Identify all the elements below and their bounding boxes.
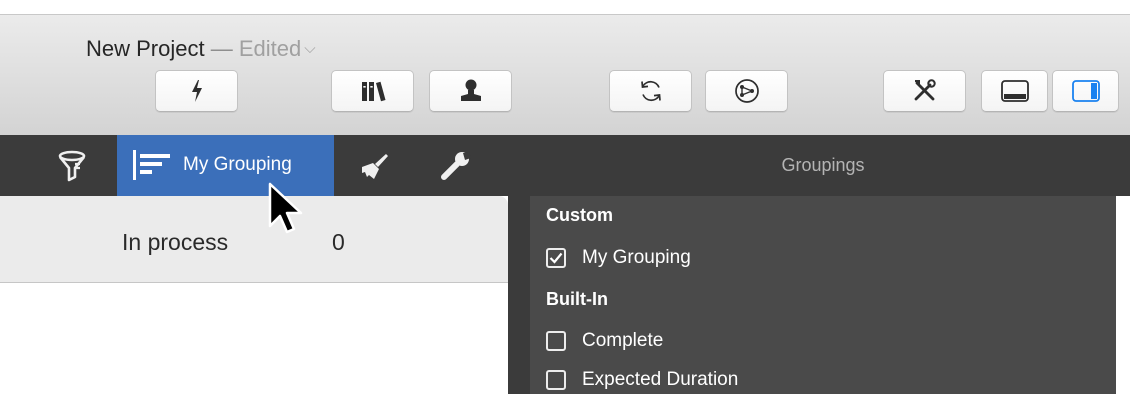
section-built-in: Built-In: [546, 289, 608, 309]
person-icon: [460, 79, 481, 101]
window-title[interactable]: New Project — Edited ⌵: [86, 36, 316, 62]
groupings-title: Groupings: [781, 155, 865, 175]
bottom-panel-icon: [1000, 80, 1029, 102]
lightning-icon: [191, 80, 202, 102]
brush-icon: [362, 153, 388, 179]
groupings-panel: Custom My Grouping Built-In Complete Exp…: [530, 196, 1116, 394]
library-button[interactable]: [331, 70, 414, 112]
grouping-item-label: My Grouping: [582, 247, 691, 268]
toggle-bottom-panel-button[interactable]: [981, 70, 1048, 112]
title-dash: —: [210, 36, 233, 61]
mouse-cursor-icon: [268, 182, 303, 234]
tab-label: My Grouping: [183, 154, 292, 175]
checkbox-expected-duration[interactable]: [546, 370, 566, 390]
group-count: 0: [332, 229, 345, 255]
tab-settings[interactable]: [434, 135, 478, 196]
refresh-button[interactable]: [609, 70, 692, 112]
grouping-item-my-grouping[interactable]: My Grouping: [546, 246, 691, 270]
grouping-item-complete[interactable]: Complete: [546, 329, 663, 353]
checkbox-my-grouping[interactable]: [546, 248, 566, 268]
toggle-right-panel-button[interactable]: [1052, 70, 1119, 112]
group-label: In process: [122, 229, 229, 255]
window-toolbar: New Project — Edited ⌵: [0, 14, 1130, 136]
resources-button[interactable]: [429, 70, 512, 112]
library-icon: [361, 81, 385, 102]
inspector-tab-bar: My Grouping Groupings: [0, 135, 1130, 196]
wrench-icon: [441, 151, 471, 180]
tab-styles[interactable]: [352, 135, 396, 196]
grouping-icon: [133, 150, 170, 180]
share-icon: [734, 79, 759, 103]
share-button[interactable]: [705, 70, 788, 112]
checkbox-complete[interactable]: [546, 331, 566, 351]
filter-icon: [58, 150, 86, 181]
lightning-button[interactable]: [155, 70, 238, 112]
grouping-item-label: Complete: [582, 330, 664, 351]
panel-divider: [508, 196, 530, 394]
right-panel-icon: [1071, 80, 1100, 102]
tab-filter[interactable]: [52, 135, 92, 196]
refresh-icon: [640, 80, 661, 102]
group-row[interactable]: In process 0: [0, 196, 508, 283]
section-custom: Custom: [546, 205, 613, 225]
tools-button[interactable]: [883, 70, 966, 112]
grouping-item-label: Expected Duration: [582, 369, 739, 390]
checkmark-icon: [549, 252, 563, 264]
tools-icon: [914, 79, 936, 101]
grouping-item-expected-duration[interactable]: Expected Duration: [546, 368, 738, 392]
project-name: New Project: [86, 36, 205, 61]
edited-status: Edited: [238, 36, 302, 61]
chevron-down-icon: ⌵: [304, 40, 316, 57]
